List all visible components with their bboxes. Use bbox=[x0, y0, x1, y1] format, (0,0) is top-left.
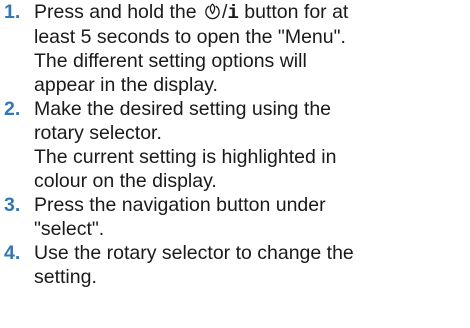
step-3: 3. Press the navigation button under "se… bbox=[0, 193, 470, 241]
step-line: setting. bbox=[34, 266, 97, 288]
eco-power-icon bbox=[203, 2, 222, 21]
instruction-steps: 1. Press and hold the /i button for at l… bbox=[0, 0, 470, 289]
step-4: 4. Use the rotary selector to change the… bbox=[0, 241, 470, 289]
step-number: 2. bbox=[4, 98, 21, 120]
step-text: button for at bbox=[238, 1, 349, 23]
step-line: appear in the display. bbox=[34, 74, 218, 96]
step-line: "select". bbox=[34, 218, 105, 240]
step-line: least 5 seconds to open the "Menu". bbox=[34, 26, 346, 48]
step-text: Press and hold the bbox=[34, 1, 203, 23]
step-2: 2. Make the desired setting using the ro… bbox=[0, 97, 470, 193]
step-number: 3. bbox=[4, 194, 21, 216]
step-number: 1. bbox=[4, 1, 21, 23]
step-line: Press the navigation button under bbox=[34, 194, 326, 216]
step-line: The different setting options will bbox=[34, 50, 307, 72]
step-line: rotary selector. bbox=[34, 122, 162, 144]
info-glyph: i bbox=[227, 2, 239, 24]
step-line: colour on the display. bbox=[34, 170, 217, 192]
step-line: The current setting is highlighted in bbox=[34, 146, 337, 168]
step-line: Press and hold the /i button for at bbox=[34, 0, 470, 25]
step-line: Make the desired setting using the bbox=[34, 98, 332, 120]
step-1: 1. Press and hold the /i button for at l… bbox=[0, 0, 470, 97]
step-number: 4. bbox=[4, 242, 21, 264]
step-line: Use the rotary selector to change the bbox=[34, 242, 354, 264]
